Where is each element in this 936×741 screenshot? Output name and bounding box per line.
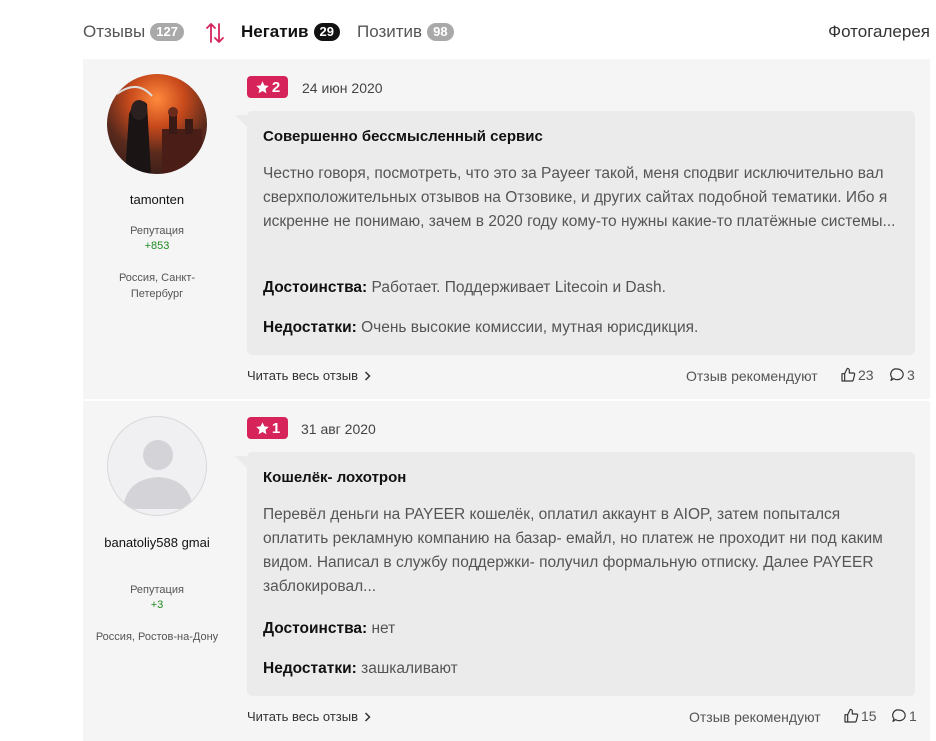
tab-negative[interactable]: Негатив 29 <box>241 22 340 42</box>
tab-reviews-label: Отзывы <box>83 22 146 41</box>
cons-label: Недостатки: <box>263 319 357 336</box>
chevron-right-icon <box>364 711 371 722</box>
rating-value: 2 <box>271 78 281 96</box>
recommend-label: Отзыв рекомендуют <box>686 368 818 384</box>
rating-badge: 2 <box>247 76 288 98</box>
star-icon <box>256 421 269 434</box>
review-date: 24 июн 2020 <box>302 80 383 96</box>
review-title[interactable]: Совершенно бессмысленный сервис <box>263 128 543 145</box>
comment-icon <box>890 368 904 381</box>
cons-text: Очень высокие комиссии, мутная юрисдикци… <box>361 319 699 336</box>
tab-positive-count: 98 <box>427 23 454 41</box>
review-card: banatoliy588 gmai Репутация +3 Россия, Р… <box>83 401 930 741</box>
tab-positive-label: Позитив <box>357 22 423 41</box>
reputation-label: Репутация <box>130 584 184 596</box>
like-count: 15 <box>861 708 877 724</box>
tab-reviews-count: 127 <box>150 23 184 41</box>
review-card: tamonten Репутация +853 Россия, Санкт-Пе… <box>83 59 930 399</box>
review-text: Перевёл деньги на PAYEER кошелёк, оплати… <box>263 506 883 595</box>
comment-count: 1 <box>909 708 917 724</box>
like-button[interactable]: 23 <box>840 367 874 383</box>
tab-positive[interactable]: Позитив 98 <box>357 22 454 42</box>
pros-label: Достоинства: <box>263 620 368 637</box>
review-tabs: Отзывы 127 Негатив 29 Позитив 98 Фотогал… <box>83 16 936 50</box>
read-more-label: Читать весь отзыв <box>247 368 359 383</box>
cons-text: зашкаливают <box>361 660 458 677</box>
review-text: Честно говоря, посмотреть, что это за Pa… <box>263 165 896 230</box>
pros-text: Работает. Поддерживает Litecoin и Dash. <box>371 279 666 296</box>
review-pros: Достоинства: Работает. Поддерживает Lite… <box>263 279 903 297</box>
review-list: tamonten Репутация +853 Россия, Санкт-Пе… <box>83 59 930 741</box>
cons-label: Недостатки: <box>263 660 357 677</box>
photo-gallery-link[interactable]: Фотогалерея <box>828 22 930 42</box>
reputation-value: +853 <box>144 240 170 252</box>
thumbs-up-icon <box>844 708 859 723</box>
comment-count: 3 <box>907 367 915 383</box>
review-pros: Достоинства: нет <box>263 620 903 638</box>
recommend-label: Отзыв рекомендуют <box>689 709 821 725</box>
tab-negative-count: 29 <box>313 23 340 41</box>
review-cons: Недостатки: Очень высокие комиссии, мутн… <box>263 319 903 337</box>
user-placeholder-icon <box>123 440 193 509</box>
reputation-label: Репутация <box>130 225 184 237</box>
review-content: Кошелёк- лохотрон Перевёл деньги на PAYE… <box>235 452 915 696</box>
avatar[interactable] <box>107 74 207 174</box>
author-location: Россия, Санкт-Петербург <box>118 272 196 300</box>
comment-icon <box>892 709 906 722</box>
comments-button[interactable]: 3 <box>889 367 915 383</box>
like-count: 23 <box>858 367 874 383</box>
comments-button[interactable]: 1 <box>891 708 917 724</box>
star-icon <box>256 80 269 93</box>
tab-reviews[interactable]: Отзывы 127 <box>83 22 184 42</box>
avatar-image <box>116 86 202 174</box>
avatar[interactable] <box>107 416 207 516</box>
author-name[interactable]: tamonten <box>83 191 231 209</box>
tab-negative-label: Негатив <box>241 22 309 41</box>
author-location: Россия, Ростов-на-Дону <box>95 631 219 643</box>
read-full-review-link[interactable]: Читать весь отзыв <box>247 368 371 383</box>
review-content: Совершенно бессмысленный сервис Честно г… <box>235 111 915 355</box>
author-name[interactable]: banatoliy588 gmai <box>83 534 231 552</box>
reputation-value: +3 <box>150 599 164 611</box>
like-button[interactable]: 15 <box>843 708 877 724</box>
review-title[interactable]: Кошелёк- лохотрон <box>263 469 406 486</box>
rating-value: 1 <box>271 419 281 437</box>
chevron-right-icon <box>364 370 371 381</box>
review-cons: Недостатки: зашкаливают <box>263 660 903 678</box>
pros-label: Достоинства: <box>263 279 368 296</box>
review-date: 31 авг 2020 <box>301 421 376 437</box>
pros-text: нет <box>371 620 396 637</box>
thumbs-up-icon <box>841 367 856 382</box>
read-more-label: Читать весь отзыв <box>247 709 359 724</box>
sort-icon[interactable] <box>205 22 225 44</box>
read-full-review-link[interactable]: Читать весь отзыв <box>247 709 371 724</box>
rating-badge: 1 <box>247 417 288 439</box>
